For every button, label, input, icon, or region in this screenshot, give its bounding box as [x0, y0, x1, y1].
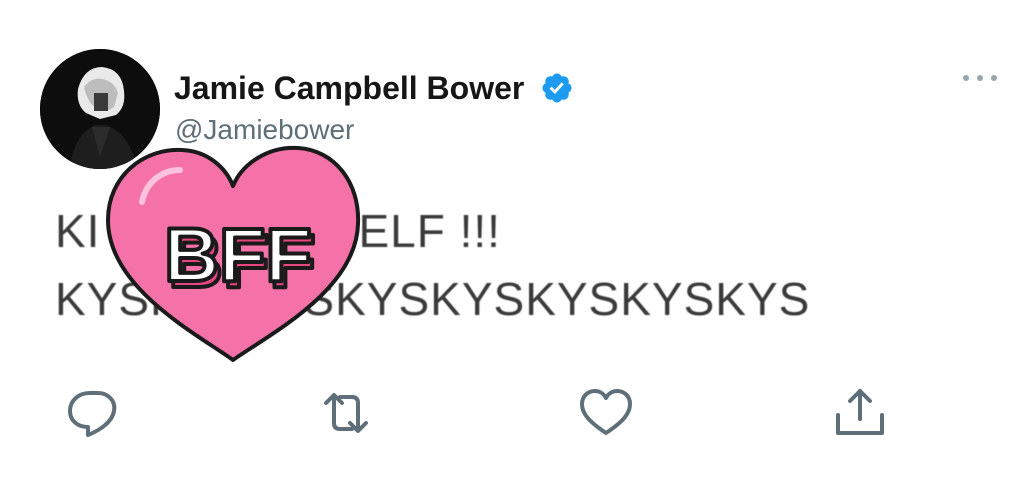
- author-name[interactable]: Jamie Campbell Bower: [174, 70, 524, 107]
- tweet-line-1-start: KI: [55, 205, 101, 257]
- share-button[interactable]: [830, 385, 890, 441]
- share-icon: [836, 389, 884, 435]
- like-icon: [580, 389, 632, 435]
- reply-button[interactable]: [64, 385, 124, 441]
- verified-badge-icon: [542, 73, 572, 103]
- tweet-card: Jamie Campbell Bower @Jamiebower KI ELF !…: [0, 0, 1024, 496]
- retweet-button[interactable]: [316, 385, 376, 441]
- retweet-icon: [324, 393, 368, 433]
- tweet-line-1-end: ELF !!!: [358, 205, 501, 257]
- more-options-icon[interactable]: [958, 68, 1002, 88]
- bff-sticker-text-front: BFF: [164, 213, 312, 298]
- reply-icon: [68, 391, 117, 437]
- bff-heart-sticker: BFF BFF: [106, 145, 361, 362]
- like-button[interactable]: [576, 385, 636, 441]
